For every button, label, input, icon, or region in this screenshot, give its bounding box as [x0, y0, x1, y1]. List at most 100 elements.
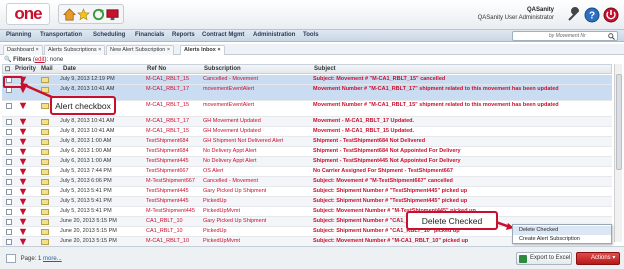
- table-row[interactable]: July 8, 2013 1:00 AM TestShipment684 GH Sh…: [2, 137, 612, 147]
- export-label: Export to Excel: [530, 255, 571, 261]
- grid-scrollbar[interactable]: [614, 64, 622, 242]
- cell-ref-no[interactable]: TestShipment445: [146, 188, 189, 194]
- priority-icon: [19, 158, 27, 166]
- row-checkbox[interactable]: [6, 229, 12, 235]
- header-subscription[interactable]: Subscription: [204, 66, 241, 72]
- table-row[interactable]: July 5, 2013 6:06 PM M-TestShipment667 Can…: [2, 177, 612, 187]
- actions-button[interactable]: Actions ▾: [576, 252, 620, 265]
- pager-arrow[interactable]: [6, 254, 16, 263]
- cell-subscription: GH Movement Updated: [203, 128, 261, 134]
- row-checkbox[interactable]: [6, 149, 12, 155]
- menu-delete-checked[interactable]: Delete Checked: [513, 226, 611, 235]
- row-checkbox[interactable]: [6, 119, 12, 125]
- export-excel-button[interactable]: Export to Excel: [516, 252, 572, 265]
- menu-reports[interactable]: Reports: [172, 32, 195, 38]
- menu-contract-mgmt[interactable]: Contract Mgmt: [202, 32, 244, 38]
- table-row[interactable]: July 5, 2013 5:41 PM TestShipment445 Gary …: [2, 187, 612, 197]
- search-input[interactable]: by Movement Nr: [512, 31, 618, 41]
- menu-scheduling[interactable]: Scheduling: [93, 32, 125, 38]
- cell-ref-no[interactable]: M-CA1_RBLT_15: [146, 102, 189, 108]
- table-row[interactable]: July 5, 2013 5:41 PM TestShipment445 Picke…: [2, 197, 612, 207]
- home-icon[interactable]: [62, 7, 76, 21]
- mail-icon: [41, 159, 49, 165]
- header-date[interactable]: Date: [63, 66, 76, 72]
- cell-ref-no[interactable]: M-TestShipment445: [146, 208, 195, 214]
- tab-new-alert-subscription[interactable]: New Alert Subscription ×: [106, 45, 175, 55]
- user-info: QASanity QASanity User Administrator: [478, 6, 554, 22]
- cell-ref-no[interactable]: TestShipment445: [146, 158, 189, 164]
- cell-subject: Movement Number # "M-CA1_RBLT_15" shipme…: [313, 102, 559, 108]
- cell-date: July 5, 2013 5:41 PM: [60, 208, 112, 214]
- row-checkbox[interactable]: [6, 159, 12, 165]
- menu-administration[interactable]: Administration: [253, 32, 295, 38]
- row-checkbox[interactable]: [6, 129, 12, 135]
- row-checkbox[interactable]: [6, 139, 12, 145]
- priority-icon: [19, 188, 27, 196]
- cell-ref-no[interactable]: TestShipment667: [146, 168, 189, 174]
- cell-subscription: PickedUp: [203, 198, 227, 204]
- header-mail[interactable]: Mail: [41, 66, 53, 72]
- logo-text: one: [14, 4, 42, 23]
- cell-ref-no[interactable]: TestShipment684: [146, 148, 189, 154]
- quick-icons-bar: [58, 4, 124, 24]
- tab-alerts-subscriptions[interactable]: Alerts Subscriptions ×: [44, 45, 106, 55]
- cell-subject: Subject: Shipment Number # "TestShipment…: [313, 198, 468, 204]
- cell-ref-no[interactable]: TestShipment684: [146, 138, 189, 144]
- row-checkbox[interactable]: [6, 103, 12, 109]
- cell-ref-no[interactable]: M-TestShipment667: [146, 178, 195, 184]
- table-row[interactable]: July 9, 2013 12:19 PM M-CA1_RBLT_15 Cancel…: [2, 75, 612, 85]
- row-checkbox[interactable]: [6, 189, 12, 195]
- row-checkbox[interactable]: [6, 199, 12, 205]
- header-ref-no[interactable]: Ref No: [147, 66, 166, 72]
- excel-icon: [519, 255, 527, 263]
- menu-create-alert-subscription[interactable]: Create Alert Subscription: [513, 235, 611, 244]
- cell-ref-no[interactable]: CA1_RBLT_10: [146, 228, 183, 234]
- refresh-icon[interactable]: [92, 8, 105, 21]
- priority-icon: [19, 198, 27, 206]
- tab-dashboard[interactable]: Dashboard ×: [3, 45, 43, 55]
- callout-delete-checked: Delete Checked: [406, 211, 498, 230]
- cell-ref-no[interactable]: M-CA1_RBLT_10: [146, 238, 189, 244]
- table-row[interactable]: July 6, 2013 1:00 AM TestShipment445 No De…: [2, 157, 612, 167]
- header-priority[interactable]: Priority: [15, 66, 36, 72]
- table-row[interactable]: July 5, 2013 5:41 PM M-TestShipment445 Pic…: [2, 207, 612, 217]
- menu-financials[interactable]: Financials: [135, 32, 164, 38]
- menu-transportation[interactable]: Transportation: [40, 32, 82, 38]
- priority-icon: [19, 178, 27, 186]
- cell-date: July 5, 2013 7:44 PM: [60, 168, 112, 174]
- row-checkbox[interactable]: [6, 169, 12, 175]
- menu-tools[interactable]: Tools: [303, 32, 319, 38]
- table-row[interactable]: July 6, 2013 1:00 AM TestShipment684 No De…: [2, 147, 612, 157]
- mail-icon: [41, 229, 49, 235]
- star-icon[interactable]: [77, 7, 91, 21]
- screen-icon[interactable]: [106, 8, 119, 21]
- header-subject[interactable]: Subject: [314, 66, 336, 72]
- table-row[interactable]: July 8, 2013 10:41 AM M-CA1_RBLT_15 GH Mov…: [2, 127, 612, 137]
- priority-icon: [19, 218, 27, 226]
- row-checkbox[interactable]: [6, 239, 12, 245]
- cell-ref-no[interactable]: CA1_RBLT_10: [146, 218, 183, 224]
- search-icon[interactable]: [608, 33, 615, 40]
- scroll-thumb[interactable]: [616, 74, 622, 170]
- more-link[interactable]: more...: [43, 256, 62, 262]
- cell-date: July 5, 2013 5:41 PM: [60, 188, 112, 194]
- cell-ref-no[interactable]: M-CA1_RBLT_15: [146, 128, 189, 134]
- cell-ref-no[interactable]: TestShipment445: [146, 198, 189, 204]
- row-checkbox[interactable]: [6, 179, 12, 185]
- row-checkbox[interactable]: [6, 219, 12, 225]
- header-select-checkbox[interactable]: ☐: [5, 66, 10, 73]
- cell-ref-no[interactable]: M-CA1_RBLT_17: [146, 118, 189, 124]
- cell-ref-no[interactable]: M-CA1_RBLT_17: [146, 86, 189, 92]
- help-button[interactable]: ?: [581, 4, 602, 25]
- cell-date: July 5, 2013 6:06 PM: [60, 178, 112, 184]
- filters-edit-link[interactable]: edit: [35, 57, 45, 63]
- app-logo[interactable]: one: [6, 3, 50, 25]
- tab-alerts-inbox[interactable]: Alerts Inbox ×: [180, 45, 225, 55]
- row-checkbox[interactable]: [6, 209, 12, 215]
- logout-button[interactable]: [600, 4, 621, 25]
- table-row[interactable]: July 5, 2013 7:44 PM TestShipment667 OS Al…: [2, 167, 612, 177]
- cell-date: June 20, 2013 5:15 PM: [60, 218, 117, 224]
- cell-ref-no[interactable]: M-CA1_RBLT_15: [146, 76, 189, 82]
- menu-planning[interactable]: Planning: [6, 32, 31, 38]
- table-row[interactable]: July 8, 2013 10:41 AM M-CA1_RBLT_17 GH Mov…: [2, 117, 612, 127]
